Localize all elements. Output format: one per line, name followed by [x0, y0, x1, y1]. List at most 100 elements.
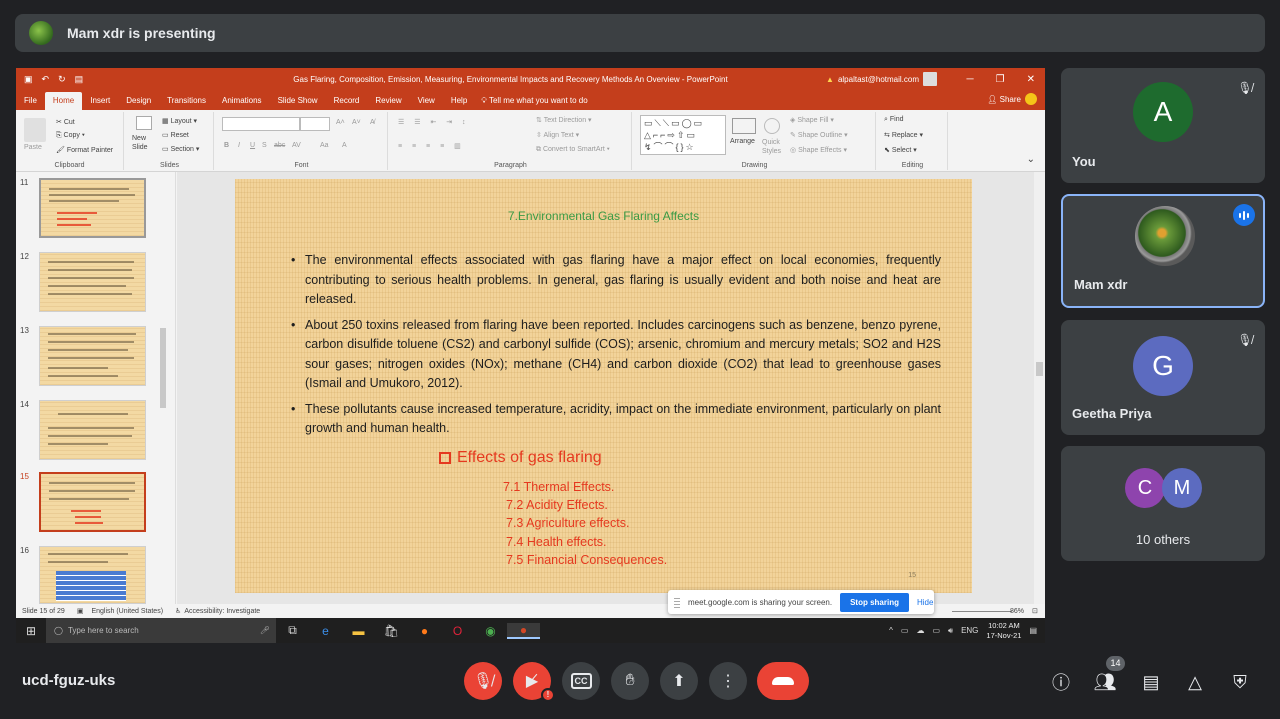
share-button[interactable]: 👤︎ Share — [987, 93, 1021, 107]
tab-view[interactable]: View — [410, 92, 443, 110]
chrome-icon[interactable]: ◉ — [474, 624, 507, 638]
tell-me-box[interactable]: 💡︎ Tell me what you want to do — [481, 92, 587, 110]
paste-button[interactable]: Paste — [24, 144, 42, 151]
feedback-smiley-icon[interactable] — [1025, 93, 1037, 105]
taskbar-search[interactable]: ◯ Type here to search 🎤︎ — [46, 618, 276, 643]
section-button[interactable]: ▭ Section ▾ — [162, 145, 199, 153]
fit-slide-icon[interactable]: ⊡ — [1032, 607, 1038, 615]
reset-button[interactable]: ▭ Reset — [162, 131, 189, 139]
host-controls-icon[interactable]: ⛨ — [1228, 670, 1252, 694]
new-slide-icon[interactable] — [136, 116, 152, 130]
redo-icon[interactable]: ↻ — [58, 74, 66, 85]
zoom-level[interactable]: 86% — [1010, 608, 1024, 615]
tab-slide-show[interactable]: Slide Show — [270, 92, 326, 110]
shape-fill-button[interactable]: ◈ Shape Fill ▾ — [790, 116, 834, 124]
input-language[interactable]: ENG — [961, 626, 978, 635]
slide-thumbnail-16[interactable] — [39, 546, 146, 604]
drag-handle-icon[interactable] — [674, 596, 680, 608]
list-icons[interactable]: ☰ ☰ ⇤ ⇥ ↕ — [398, 118, 470, 126]
volume-icon[interactable]: 🔊︎ — [948, 626, 953, 636]
thumbnail-scrollbar[interactable] — [159, 178, 167, 598]
tab-record[interactable]: Record — [326, 92, 368, 110]
tab-file[interactable]: File — [16, 92, 45, 110]
windows-start-icon[interactable]: ⊞ — [16, 624, 46, 638]
arrange-button[interactable]: Arrange — [730, 138, 755, 145]
close-icon[interactable]: ✕ — [1027, 74, 1035, 85]
tab-insert[interactable]: Insert — [82, 92, 118, 110]
activities-icon[interactable]: △ — [1183, 670, 1207, 694]
clock[interactable]: 10:02 AM 17-Nov-21 — [986, 621, 1021, 641]
save-icon[interactable]: ▣ — [24, 74, 33, 85]
collapse-ribbon-icon[interactable]: ⌄ — [1027, 154, 1035, 165]
bold-icon[interactable]: B — [224, 142, 229, 149]
leave-call-button[interactable] — [757, 662, 809, 700]
tab-review[interactable]: Review — [367, 92, 409, 110]
font-size-input[interactable] — [300, 117, 330, 131]
shrink-font-icon[interactable]: A˅ — [352, 119, 361, 126]
network-icon[interactable]: ▭ — [932, 626, 940, 635]
find-button[interactable]: ⌕ Find — [884, 116, 904, 124]
new-slide-button[interactable]: New Slide — [132, 134, 158, 152]
slide-thumbnail-11[interactable] — [39, 178, 146, 238]
slide-thumbnail-14[interactable] — [39, 400, 146, 460]
align-text-button[interactable]: ⇳ Align Text ▾ — [536, 131, 579, 139]
account-area[interactable]: ▲ alpaltast@hotmail.com — [826, 72, 937, 86]
firefox-icon[interactable]: ● — [408, 624, 441, 638]
paste-icon[interactable] — [24, 118, 46, 142]
grow-font-icon[interactable]: A˄ — [336, 119, 345, 126]
tab-help[interactable]: Help — [443, 92, 475, 110]
slide-thumbnail-12[interactable] — [39, 252, 146, 312]
tab-design[interactable]: Design — [118, 92, 159, 110]
tab-transitions[interactable]: Transitions — [159, 92, 214, 110]
font-color-icon[interactable]: A — [342, 142, 347, 149]
italic-icon[interactable]: I — [238, 142, 240, 149]
arrange-icon[interactable] — [732, 118, 756, 134]
hide-button[interactable]: Hide — [917, 598, 933, 607]
spellcheck-icon[interactable]: ▣ — [77, 607, 84, 615]
participant-tile-others[interactable]: C M 10 others — [1061, 446, 1265, 561]
underline-icon[interactable]: U — [250, 142, 255, 149]
clear-format-icon[interactable]: A̸ — [370, 119, 375, 126]
task-view-icon[interactable]: ⧉ — [276, 623, 309, 638]
strikethrough-icon[interactable]: abc — [274, 142, 285, 149]
quick-styles-button[interactable]: Quick Styles — [762, 138, 786, 156]
file-explorer-icon[interactable]: ▬ — [342, 624, 375, 638]
text-direction-button[interactable]: ⇅ Text Direction ▾ — [536, 116, 592, 124]
meeting-info-icon[interactable]: ⓘ — [1049, 670, 1073, 694]
char-spacing-icon[interactable]: AV — [292, 142, 301, 149]
copy-button[interactable]: ⎘ Copy ▾ — [56, 132, 85, 140]
participant-tile-geetha[interactable]: G 🎙︎̸ Geetha Priya — [1061, 320, 1265, 435]
shape-effects-button[interactable]: ◎ Shape Effects ▾ — [790, 146, 847, 154]
tray-chevron-icon[interactable]: ^ — [889, 626, 893, 635]
shapes-gallery[interactable]: ▭⟍⟍▭◯▭ △⌐⌐⇨⇧▭ ↯⌒⌒{}☆ — [640, 115, 726, 155]
align-icons[interactable]: ≡ ≡ ≡ ≡ ▥ — [398, 142, 465, 150]
select-button[interactable]: ⬉ Select ▾ — [884, 146, 917, 154]
zoom-slider[interactable] — [952, 610, 1012, 612]
participant-tile-presenter[interactable]: Mam xdr — [1061, 194, 1265, 308]
present-button[interactable]: ⬆︎ — [660, 662, 698, 700]
convert-smartart-button[interactable]: ⧉ Convert to SmartArt ▾ — [536, 146, 610, 154]
language-status[interactable]: English (United States) — [91, 608, 163, 615]
battery-icon[interactable]: ▭ — [901, 626, 909, 635]
mic-toggle-button[interactable]: 🎙︎̸ — [464, 662, 502, 700]
font-name-input[interactable] — [222, 117, 300, 131]
participant-tile-you[interactable]: A 🎙︎̸ You — [1061, 68, 1265, 183]
replace-button[interactable]: ⇆ Replace ▾ — [884, 131, 923, 139]
microphone-icon[interactable]: 🎤︎ — [260, 626, 270, 635]
layout-button[interactable]: ▦ Layout ▾ — [162, 117, 197, 125]
notifications-icon[interactable]: ▤ — [1029, 626, 1037, 635]
shape-outline-button[interactable]: ✎ Shape Outline ▾ — [790, 131, 848, 139]
slide-scrollbar[interactable] — [1034, 172, 1045, 604]
shadow-icon[interactable]: S — [262, 142, 267, 149]
edge-icon[interactable]: e — [309, 624, 342, 638]
stop-sharing-button[interactable]: Stop sharing — [840, 592, 909, 612]
maximize-icon[interactable]: ❐ — [996, 74, 1005, 85]
camera-toggle-button[interactable]: ▶̸! — [513, 662, 555, 702]
undo-icon[interactable]: ↶ — [42, 74, 50, 85]
store-icon[interactable]: 🛍︎ — [375, 624, 408, 638]
accessibility-status[interactable]: Accessibility: Investigate — [184, 608, 260, 615]
raise-hand-button[interactable]: ✋︎ — [611, 662, 649, 700]
minimize-icon[interactable]: ─ — [967, 74, 974, 85]
slide-thumbnail-15[interactable] — [39, 472, 146, 532]
powerpoint-icon[interactable]: ● — [507, 622, 540, 639]
